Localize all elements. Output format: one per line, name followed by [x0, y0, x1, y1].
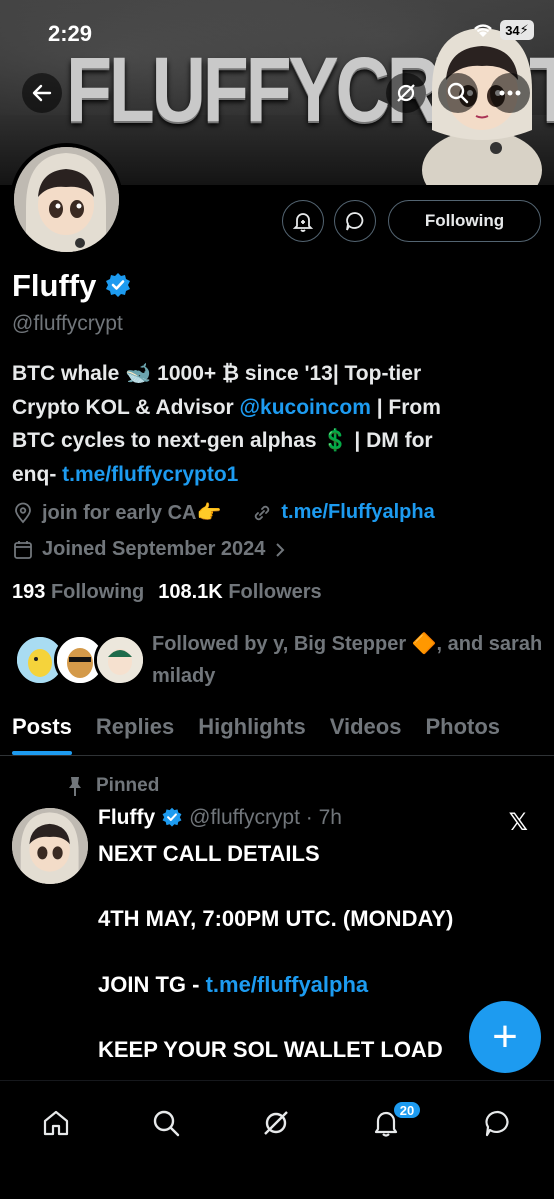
joined-date: Joined September 2024	[42, 538, 266, 560]
notifications-badge: 20	[392, 1100, 422, 1120]
kucoin-mention-link[interactable]: @kucoincom	[240, 396, 371, 419]
pinned-indicator: Pinned	[66, 775, 159, 797]
following-label: Following	[50, 581, 145, 603]
bio-text: Crypto KOL & Advisor	[12, 395, 240, 419]
location-icon	[15, 502, 31, 523]
profile-tabs: Posts Replies Highlights Videos Photos	[0, 708, 554, 756]
bio-text: enq-	[12, 462, 63, 486]
profile-location: join for early CA👉	[42, 502, 222, 524]
profile-website-link[interactable]: t.me/Fluffyalpha	[281, 501, 434, 524]
bio-line: BTC whale 🐋 1000+ ₿ since '13| Top-tier	[12, 362, 422, 385]
post-avatar-image	[12, 808, 88, 884]
following-button[interactable]: Following	[388, 200, 541, 242]
search-nav-icon	[153, 1110, 180, 1137]
bottom-navigation	[0, 1080, 554, 1199]
tab-videos[interactable]: Videos	[318, 708, 414, 754]
post-text-line: JOIN TG - t.me/fluffyalpha	[98, 972, 368, 998]
follower-avatar-image	[97, 637, 143, 683]
joined-row[interactable]: Joined September 2024	[12, 538, 287, 561]
profile-avatar[interactable]	[10, 143, 123, 256]
following-count: 193	[12, 581, 46, 603]
bio-line: enq- t.me/fluffycrypto1	[12, 458, 542, 492]
grok-button[interactable]	[386, 73, 426, 113]
post-text-line: NEXT CALL DETAILS	[98, 841, 320, 866]
nav-home[interactable]	[36, 1103, 76, 1143]
x-logo-icon: 𝕏	[508, 809, 528, 836]
grok-icon	[397, 84, 415, 102]
post-handle-time: @fluffycrypt · 7h	[189, 806, 342, 829]
verified-badge-icon	[162, 807, 182, 827]
home-icon	[43, 1110, 69, 1136]
nav-search[interactable]	[146, 1103, 186, 1143]
followers-count-link[interactable]: 108.1K Followers	[158, 581, 321, 604]
profile-bio: BTC whale 🐋 1000+ ₿ since '13| Top-tier …	[12, 357, 542, 491]
grok-nav-icon	[264, 1111, 288, 1135]
bio-line: BTC cycles to next-gen alphas 💲 | DM for	[12, 429, 433, 452]
tab-highlights[interactable]: Highlights	[186, 708, 318, 754]
post-author-avatar[interactable]	[12, 808, 88, 884]
profile-handle: @fluffycrypt	[12, 312, 123, 335]
link-icon	[255, 505, 270, 520]
telegram-link[interactable]: t.me/fluffycrypto1	[62, 463, 238, 486]
notify-button[interactable]	[282, 200, 324, 242]
follow-counts: 193 Following 108.1K Followers	[12, 581, 322, 604]
bio-line: Crypto KOL & Advisor @kucoincom | From	[12, 391, 542, 425]
message-button[interactable]	[334, 200, 376, 242]
pinned-label: Pinned	[96, 775, 160, 796]
search-icon	[447, 82, 469, 104]
back-button[interactable]	[22, 73, 62, 113]
post-telegram-link[interactable]: t.me/fluffyalpha	[206, 972, 369, 997]
post-text-line: KEEP YOUR SOL WALLET LOAD	[98, 1037, 443, 1062]
post-author-name[interactable]: Fluffy	[98, 806, 155, 830]
status-time: 2:29	[48, 21, 93, 46]
back-arrow-icon	[32, 84, 52, 102]
chevron-right-icon	[276, 542, 285, 557]
nav-messages[interactable]	[478, 1103, 518, 1143]
profile-meta-row: join for early CA👉 t.me/Fluffyalpha	[12, 500, 435, 525]
calendar-icon	[14, 540, 32, 559]
status-icons: 34 ⚡	[472, 20, 534, 40]
tab-posts[interactable]: Posts	[0, 708, 84, 755]
wifi-icon	[474, 24, 492, 37]
nav-grok[interactable]	[256, 1103, 296, 1143]
followers-count: 108.1K	[158, 581, 223, 603]
followed-by-text[interactable]: Followed by y, Big Stepper 🔶, and sarah …	[152, 628, 544, 692]
notification-bell-icon	[292, 213, 314, 232]
bio-text: | From	[370, 395, 441, 419]
pin-icon	[69, 777, 81, 796]
profile-name: Fluffy	[12, 268, 97, 303]
messages-icon	[485, 1110, 509, 1137]
avatar-image	[14, 147, 119, 252]
compose-post-button[interactable]: +	[469, 1001, 541, 1073]
post-header: Fluffy @fluffycrypt · 7h	[98, 806, 342, 830]
followers-label: Followers	[228, 581, 322, 603]
more-button[interactable]	[490, 73, 530, 113]
message-icon	[346, 212, 364, 231]
following-count-link[interactable]: 193 Following	[12, 581, 144, 604]
post-text: JOIN TG -	[98, 972, 206, 997]
post-text-line: 4TH MAY, 7:00PM UTC. (MONDAY)	[98, 906, 454, 931]
profile-name-row: Fluffy	[12, 268, 132, 304]
more-icon	[499, 90, 521, 96]
follower-avatar[interactable]	[94, 634, 146, 686]
tab-photos[interactable]: Photos	[413, 708, 512, 754]
search-button[interactable]	[438, 73, 478, 113]
battery-indicator: 34 ⚡	[500, 20, 534, 40]
tab-replies[interactable]: Replies	[84, 708, 186, 754]
verified-badge-icon[interactable]	[104, 272, 132, 300]
